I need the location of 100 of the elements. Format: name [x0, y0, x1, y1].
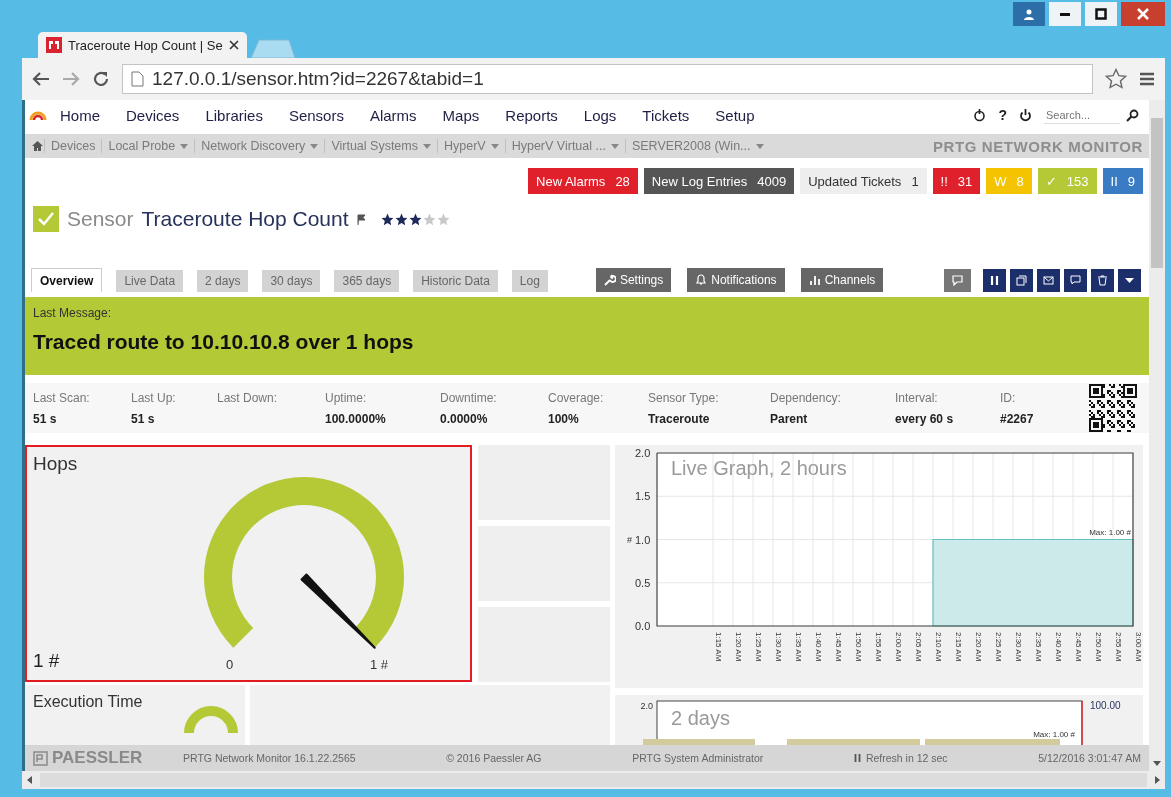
reload-icon[interactable]: [92, 70, 110, 88]
y-tick-label: 2.0: [635, 447, 651, 459]
channels-button[interactable]: Channels: [800, 268, 884, 292]
star-rating[interactable]: [380, 212, 450, 226]
scrollbar-thumb[interactable]: [1151, 118, 1163, 268]
clone-button[interactable]: [1010, 269, 1033, 292]
breadcrumb-link[interactable]: SERVER2008 (Win...: [624, 139, 770, 153]
alert-button[interactable]: New Log Entries 4009: [643, 168, 795, 194]
minimize-icon: [1060, 12, 1070, 16]
nav-link[interactable]: Reports: [492, 106, 571, 124]
flag-icon[interactable]: [356, 213, 367, 225]
x-tick-label: 1:20 AM: [734, 632, 743, 662]
breadcrumb-link[interactable]: HyperV: [437, 139, 505, 153]
alert-button[interactable]: !! 31: [932, 168, 981, 194]
nav-link[interactable]: Setup: [702, 106, 768, 124]
menu-icon[interactable]: [1139, 71, 1155, 87]
help-link[interactable]: ?: [998, 107, 1007, 123]
y-tick-label: 1.5: [635, 490, 651, 503]
favicon-icon: [46, 37, 62, 53]
breadcrumb-link[interactable]: Virtual Systems: [324, 139, 437, 153]
stat-label: Last Down:: [217, 390, 279, 405]
close-icon: [1137, 8, 1149, 20]
stat-value: 51 s: [33, 411, 58, 426]
nav-link[interactable]: Home: [47, 106, 113, 124]
comment-button[interactable]: [944, 269, 971, 292]
chart-title: Live Graph, 2 hours: [671, 457, 847, 479]
alert-button[interactable]: Updated Tickets 1: [800, 168, 927, 194]
pause-icon: [989, 275, 1000, 286]
x-tick-label: 2:50 AM: [1094, 632, 1103, 662]
nav-link[interactable]: Logs: [570, 106, 630, 124]
back-icon[interactable]: [32, 71, 50, 87]
pause-icon[interactable]: [853, 754, 861, 762]
power-icon[interactable]: [1019, 108, 1032, 122]
stat-value: 0.0000%: [440, 411, 489, 426]
notifications-button[interactable]: Notifications: [687, 268, 785, 292]
status-check-icon: [33, 206, 59, 232]
tab[interactable]: 2 days: [197, 270, 249, 292]
star-icon[interactable]: [1105, 68, 1127, 90]
tab[interactable]: Live Data: [116, 270, 184, 292]
page-icon: [131, 71, 144, 87]
settings-button[interactable]: Settings: [595, 268, 672, 292]
x-tick-label: 2:35 AM: [1034, 632, 1043, 662]
x-tick-label: 1:45 AM: [834, 632, 843, 662]
sync-icon[interactable]: [973, 108, 987, 122]
home-icon[interactable]: [31, 140, 44, 152]
brand-name: PRTG NETWORK MONITOR: [932, 137, 1143, 155]
close-button[interactable]: [1121, 2, 1165, 26]
nav-link[interactable]: Alarms: [356, 106, 430, 124]
minimize-button[interactable]: [1049, 2, 1081, 26]
maximize-button[interactable]: [1085, 2, 1117, 26]
nav-link[interactable]: Libraries: [192, 106, 276, 124]
search-icon[interactable]: [1126, 108, 1139, 122]
user-button[interactable]: [1013, 2, 1045, 26]
date-time: 5/12/2016 3:01:47 AM: [1038, 752, 1141, 764]
y-tick-label: 0.0: [635, 620, 651, 632]
stat-value: 100.0000%: [325, 411, 387, 426]
mail-icon: [1043, 275, 1054, 286]
breadcrumb-link[interactable]: Local Probe: [101, 139, 195, 153]
gauge-value: 1 #: [33, 650, 61, 672]
nav-link[interactable]: Maps: [429, 106, 493, 124]
breadcrumb-link[interactable]: Devices: [44, 139, 102, 153]
x-tick-label: 1:50 AM: [854, 632, 863, 662]
browser-tab[interactable]: Traceroute Hop Count | Se: [38, 32, 247, 58]
trash-button[interactable]: [1091, 269, 1114, 292]
y-tick-label: 2.0: [640, 701, 653, 711]
alert-button[interactable]: II 9: [1102, 168, 1143, 194]
gauge-title: Hops: [33, 453, 79, 475]
x-tick-label: 2:20 AM: [974, 632, 983, 662]
comment-icon: [952, 275, 963, 286]
alert-button[interactable]: New Alarms 28: [528, 168, 638, 194]
nav-link[interactable]: Tickets: [629, 106, 703, 124]
chart-icon: [808, 274, 821, 286]
caret-button[interactable]: [1118, 269, 1141, 292]
close-icon[interactable]: [228, 40, 239, 50]
pause-button[interactable]: [983, 269, 1006, 292]
x-tick-label: 2:40 AM: [1054, 632, 1063, 662]
user-name: PRTG System Administrator: [632, 752, 764, 764]
breadcrumb-link[interactable]: HyperV Virtual ...: [504, 139, 625, 153]
tab[interactable]: Log: [511, 270, 548, 292]
nav-link[interactable]: Sensors: [275, 106, 357, 124]
x-tick-label: 2:05 AM: [914, 632, 923, 662]
message-text: Traced route to 10.10.10.8 over 1 hops: [33, 330, 415, 354]
chart-title: 2 days: [671, 707, 730, 729]
nav-link[interactable]: Devices: [113, 106, 193, 124]
tab[interactable]: 365 days: [334, 270, 400, 292]
breadcrumb-link[interactable]: Network Discovery: [194, 139, 325, 153]
logo-icon: [33, 750, 48, 766]
speech-button[interactable]: [1064, 269, 1087, 292]
tab[interactable]: Historic Data: [413, 270, 498, 292]
tab[interactable]: Overview: [31, 268, 103, 292]
wrench-icon: [603, 274, 616, 286]
mail-button[interactable]: [1037, 269, 1060, 292]
tab[interactable]: 30 days: [262, 270, 321, 292]
stat-value: Parent: [770, 411, 809, 426]
gauge-min-label: 0: [226, 657, 234, 672]
address-bar[interactable]: 127.0.0.1/sensor.htm?id=2267&tabid=1: [122, 64, 1093, 94]
x-tick-label: 2:10 AM: [934, 632, 943, 662]
y-tick-label: 1.0: [635, 533, 651, 546]
speech-icon: [1070, 275, 1081, 286]
sensor-label: Sensor: [67, 207, 134, 231]
